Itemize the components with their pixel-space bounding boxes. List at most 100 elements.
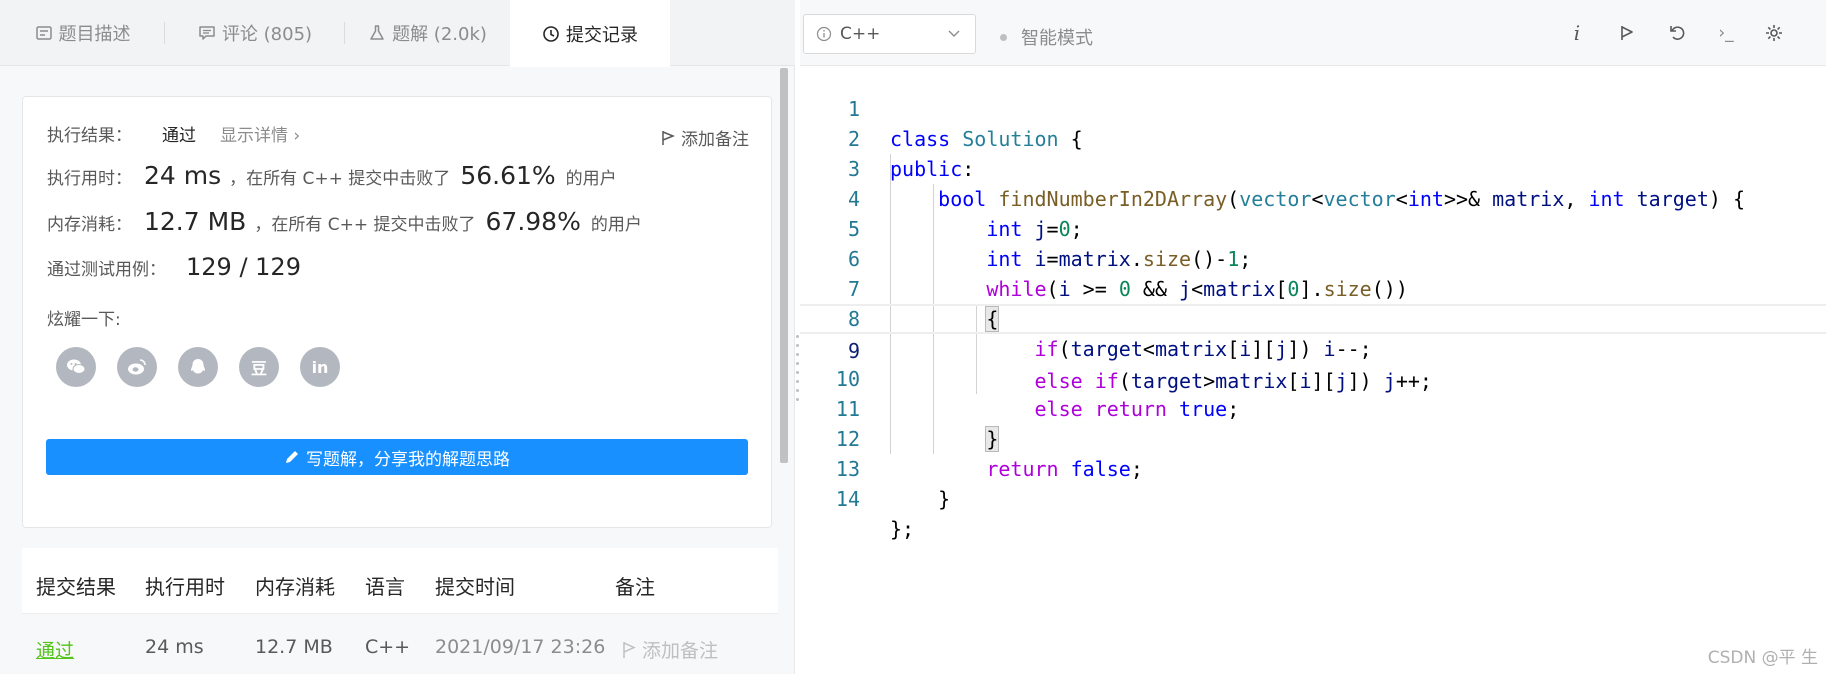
tab-description[interactable]: 题目描述 — [0, 0, 165, 66]
memory-percent: 67.98% — [485, 207, 581, 236]
info-circle-icon — [816, 26, 832, 42]
app-root: 题目描述 评论 (805) 题解 (2.0k) 提交记录 执行结果： 通过 显示… — [0, 0, 1826, 674]
reset-icon[interactable] — [1665, 21, 1689, 45]
tab-submissions[interactable]: 提交记录 — [510, 0, 670, 67]
testcases-row: 通过测试用例： 129 / 129 — [47, 253, 309, 281]
code-line: 7 { — [800, 244, 1826, 332]
share-buttons: 豆 in — [56, 347, 340, 387]
run-icon[interactable] — [1615, 21, 1639, 45]
runtime-label: 执行用时： — [47, 169, 132, 189]
code-line: 12 return false; — [800, 394, 1826, 481]
runtime-percent: 56.61% — [460, 161, 556, 190]
tab-description-label: 题目描述 — [58, 24, 131, 45]
code-text: }; — [890, 517, 915, 541]
col-submitted[interactable]: 提交时间 — [435, 571, 515, 600]
code-editor[interactable]: 1 class Solution { 2 public: 3 bool find… — [800, 64, 1826, 541]
code-line-current: 9 else if(target>matrix[i][j]) j++; — [800, 304, 1826, 393]
code-line: 6 while(i >= 0 && j<matrix[0].size()) — [800, 214, 1826, 301]
comment-icon — [199, 26, 215, 40]
tab-submissions-label: 提交记录 — [566, 24, 638, 46]
line-number: 14 — [835, 487, 860, 511]
code-text: } — [890, 487, 951, 511]
code-line: 3 bool findNumberIn2DArray(vector<vector… — [800, 124, 1826, 211]
testcases-value: 129 / 129 — [186, 253, 301, 281]
row-memory: 12.7 MB — [255, 636, 333, 658]
description-icon — [35, 26, 52, 40]
code-line: 13 } — [800, 424, 1826, 511]
result-card: 执行结果： 通过 显示详情 › 添加备注 执行用时： 24 ms ，在所有 C+… — [22, 96, 772, 528]
row-runtime: 24 ms — [145, 636, 204, 658]
chevron-down-icon — [948, 30, 960, 37]
memory-suffix: 的用户 — [590, 215, 642, 235]
submissions-table: 提交结果 执行用时 内存消耗 语言 提交时间 备注 通过 24 ms 12.7 … — [22, 548, 778, 674]
row-language: C++ — [365, 636, 411, 658]
add-note-button[interactable]: 添加备注 — [661, 125, 749, 150]
result-status-row: 执行结果： 通过 显示详情 › — [47, 121, 300, 146]
row-submitted: 2021/09/17 23:26 — [435, 636, 606, 658]
tab-solutions[interactable]: 题解 (2.0k) — [345, 0, 510, 66]
clock-icon — [543, 25, 559, 42]
pencil-icon — [286, 451, 298, 463]
table-header: 提交结果 执行用时 内存消耗 语言 提交时间 备注 — [22, 548, 778, 614]
linkedin-icon[interactable]: in — [300, 347, 340, 387]
share-row: 炫耀一下: — [47, 305, 121, 330]
result-status: 通过 — [162, 126, 196, 146]
add-note-label: 添加备注 — [681, 130, 749, 150]
tab-comments[interactable]: 评论 (805) — [165, 0, 345, 66]
code-line: 10 else return true; — [800, 334, 1826, 421]
runtime-text: ，在所有 C++ 提交中击败了 — [229, 169, 451, 189]
code-line: 4 int j=0; — [800, 154, 1826, 241]
qq-icon[interactable] — [178, 347, 218, 387]
testcases-label: 通过测试用例： — [47, 260, 166, 280]
row-add-note[interactable]: 添加备注 — [622, 636, 718, 663]
share-label: 炫耀一下: — [47, 310, 121, 330]
resize-handle[interactable] — [795, 335, 799, 405]
smart-mode-toggle[interactable]: 智能模式 — [1000, 24, 1093, 50]
col-runtime[interactable]: 执行用时 — [145, 571, 225, 600]
memory-label: 内存消耗： — [47, 215, 132, 235]
code-line: 8 if(target<matrix[i][j]) i--; — [800, 274, 1826, 361]
mode-dot — [1000, 33, 1007, 41]
write-solution-button[interactable]: 写题解，分享我的解题思路 — [46, 439, 748, 475]
douban-icon[interactable]: 豆 — [239, 347, 279, 387]
row-result-link[interactable]: 通过 — [36, 636, 74, 663]
memory-value: 12.7 MB — [144, 207, 247, 236]
flag-icon — [623, 641, 636, 658]
douban-glyph: 豆 — [250, 359, 267, 378]
weibo-icon[interactable] — [117, 347, 157, 387]
table-row[interactable]: 通过 24 ms 12.7 MB C++ 2021/09/17 23:26 添加… — [22, 614, 778, 674]
tab-solutions-label: 题解 (2.0k) — [392, 24, 487, 45]
code-line: 14 }; — [800, 454, 1826, 541]
info-icon[interactable]: i — [1565, 21, 1589, 45]
tab-comments-label: 评论 (805) — [221, 24, 313, 45]
info-glyph: i — [1573, 21, 1581, 45]
wechat-icon[interactable] — [56, 347, 96, 387]
col-result[interactable]: 提交结果 — [36, 571, 116, 600]
console-glyph: ›_ — [1718, 23, 1734, 43]
runtime-value: 24 ms — [144, 161, 222, 190]
memory-text: ，在所有 C++ 提交中击败了 — [254, 215, 476, 235]
console-icon[interactable]: ›_ — [1714, 21, 1738, 45]
code-line: 5 int i=matrix.size()-1; — [800, 184, 1826, 271]
memory-row: 内存消耗： 12.7 MB ，在所有 C++ 提交中击败了 67.98% 的用户 — [47, 207, 642, 236]
language-select[interactable]: C++ — [803, 14, 976, 54]
watermark: CSDN @平 生 — [1707, 648, 1818, 668]
row-add-note-label: 添加备注 — [642, 640, 719, 662]
language-value: C++ — [840, 24, 881, 44]
left-tabbar: 题目描述 评论 (805) 题解 (2.0k) 提交记录 — [0, 0, 795, 67]
runtime-row: 执行用时： 24 ms ，在所有 C++ 提交中击败了 56.61% 的用户 — [47, 161, 617, 190]
col-memory[interactable]: 内存消耗 — [255, 571, 335, 600]
linkedin-glyph: in — [311, 357, 329, 377]
runtime-suffix: 的用户 — [565, 169, 617, 189]
left-scrollbar[interactable] — [780, 68, 788, 463]
code-line: 11 } — [800, 364, 1826, 452]
settings-icon[interactable] — [1762, 21, 1786, 45]
left-panel: 题目描述 评论 (805) 题解 (2.0k) 提交记录 执行结果： 通过 显示… — [0, 0, 795, 674]
flask-icon — [370, 25, 384, 40]
write-solution-label: 写题解，分享我的解题思路 — [306, 449, 510, 470]
col-language[interactable]: 语言 — [365, 571, 405, 600]
editor-toolbar: C++ 智能模式 i ›_ — [800, 0, 1826, 66]
smart-mode-label: 智能模式 — [1021, 28, 1093, 49]
show-detail-link[interactable]: 显示详情 › — [220, 121, 300, 146]
code-line: 1 class Solution { — [800, 64, 1826, 151]
